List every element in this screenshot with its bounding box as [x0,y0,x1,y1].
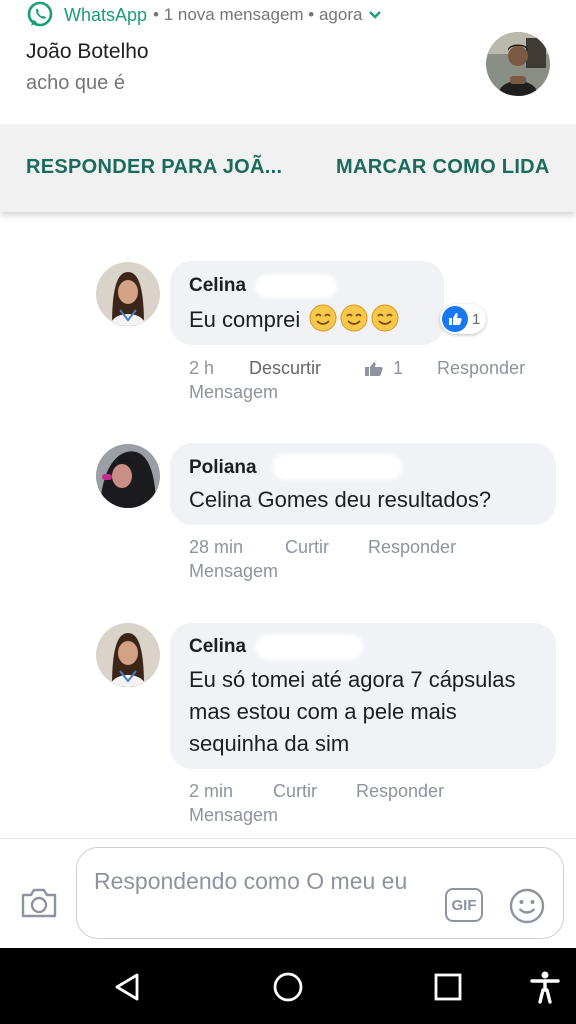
mark-as-read-button[interactable]: MARCAR COMO LIDA [336,156,550,179]
notification-app-name: WhatsApp [64,4,148,25]
comment-input-placeholder: Respondendo como O meu eu [94,868,408,894]
comment-time: 28 min [189,537,244,557]
notification-message: acho que é [26,72,125,94]
comment-feed[interactable]: Celina Eu comprei 1 2 h Descurtir 1 Resp… [0,190,576,838]
comment-actions: 2 h Descurtir 1 Responder Mensagem [189,358,549,408]
notification-header: WhatsApp • 1 nova mensagem • agora [26,1,382,28]
notification-sender: João Botelho [26,40,149,63]
smiling-face-icon [371,304,399,332]
comment-text: Eu comprei [189,304,399,336]
notification-actions: RESPONDER PARA JOÃ... MARCAR COMO LIDA [0,124,576,212]
reply-link[interactable]: Responder [356,781,444,802]
comment-input[interactable]: Respondendo como O meu eu GIF [76,847,564,939]
comment-time: 2 h [189,358,215,378]
like-button[interactable]: Curtir [273,781,317,802]
message-link[interactable]: Mensagem [189,561,278,582]
gif-button[interactable]: GIF [445,888,483,922]
like-button[interactable]: Curtir [285,537,329,558]
notification-meta: • 1 nova mensagem • agora [153,5,363,24]
name-redaction [255,274,337,298]
message-link[interactable]: Mensagem [189,805,278,826]
smiley-icon[interactable] [509,888,545,924]
like-count: 1 [393,358,404,378]
reply-link[interactable]: Responder [437,358,525,379]
reaction-badge[interactable]: 1 [440,304,487,334]
comment-actions: 2 min Curtir Responder Mensagem [189,781,549,831]
chevron-down-icon[interactable] [368,10,382,20]
accessibility-icon[interactable] [528,970,562,1004]
name-redaction [255,634,363,660]
whatsapp-notification[interactable]: WhatsApp • 1 nova mensagem • agora João … [0,0,576,212]
comment-author[interactable]: Celina [189,275,246,297]
name-redaction [272,454,402,480]
reply-button[interactable]: RESPONDER PARA JOÃ... [26,156,282,179]
recents-icon[interactable] [431,970,465,1004]
commenter-avatar[interactable] [96,623,160,687]
reply-link[interactable]: Responder [368,537,456,558]
comment-text-content: Eu comprei [189,307,301,332]
reaction-count: 1 [472,310,481,328]
unlike-button[interactable]: Descurtir [249,358,321,379]
like-count-icon [364,361,384,382]
back-icon[interactable] [111,970,145,1004]
sender-avatar [486,32,550,96]
camera-icon[interactable] [20,887,58,919]
whatsapp-icon [27,1,53,27]
commenter-avatar[interactable] [96,262,160,326]
message-link[interactable]: Mensagem [189,382,278,403]
comment-author[interactable]: Celina [189,636,246,658]
comment-composer: Respondendo como O meu eu GIF [0,838,576,948]
android-nav-bar [0,948,576,1024]
commenter-avatar[interactable] [96,444,160,508]
comment-time: 2 min [189,781,234,801]
comment-author[interactable]: Poliana [189,457,257,479]
home-icon[interactable] [271,970,305,1004]
comment-text: Celina Gomes deu resultados? [189,487,492,512]
smiling-face-icon [340,304,368,332]
comment-text: Eu só tomei até agora 7 cápsulas mas est… [189,667,516,756]
comment-actions: 28 min Curtir Responder Mensagem [189,537,549,587]
thumbs-up-icon [442,306,468,332]
smiling-face-icon [309,304,337,332]
